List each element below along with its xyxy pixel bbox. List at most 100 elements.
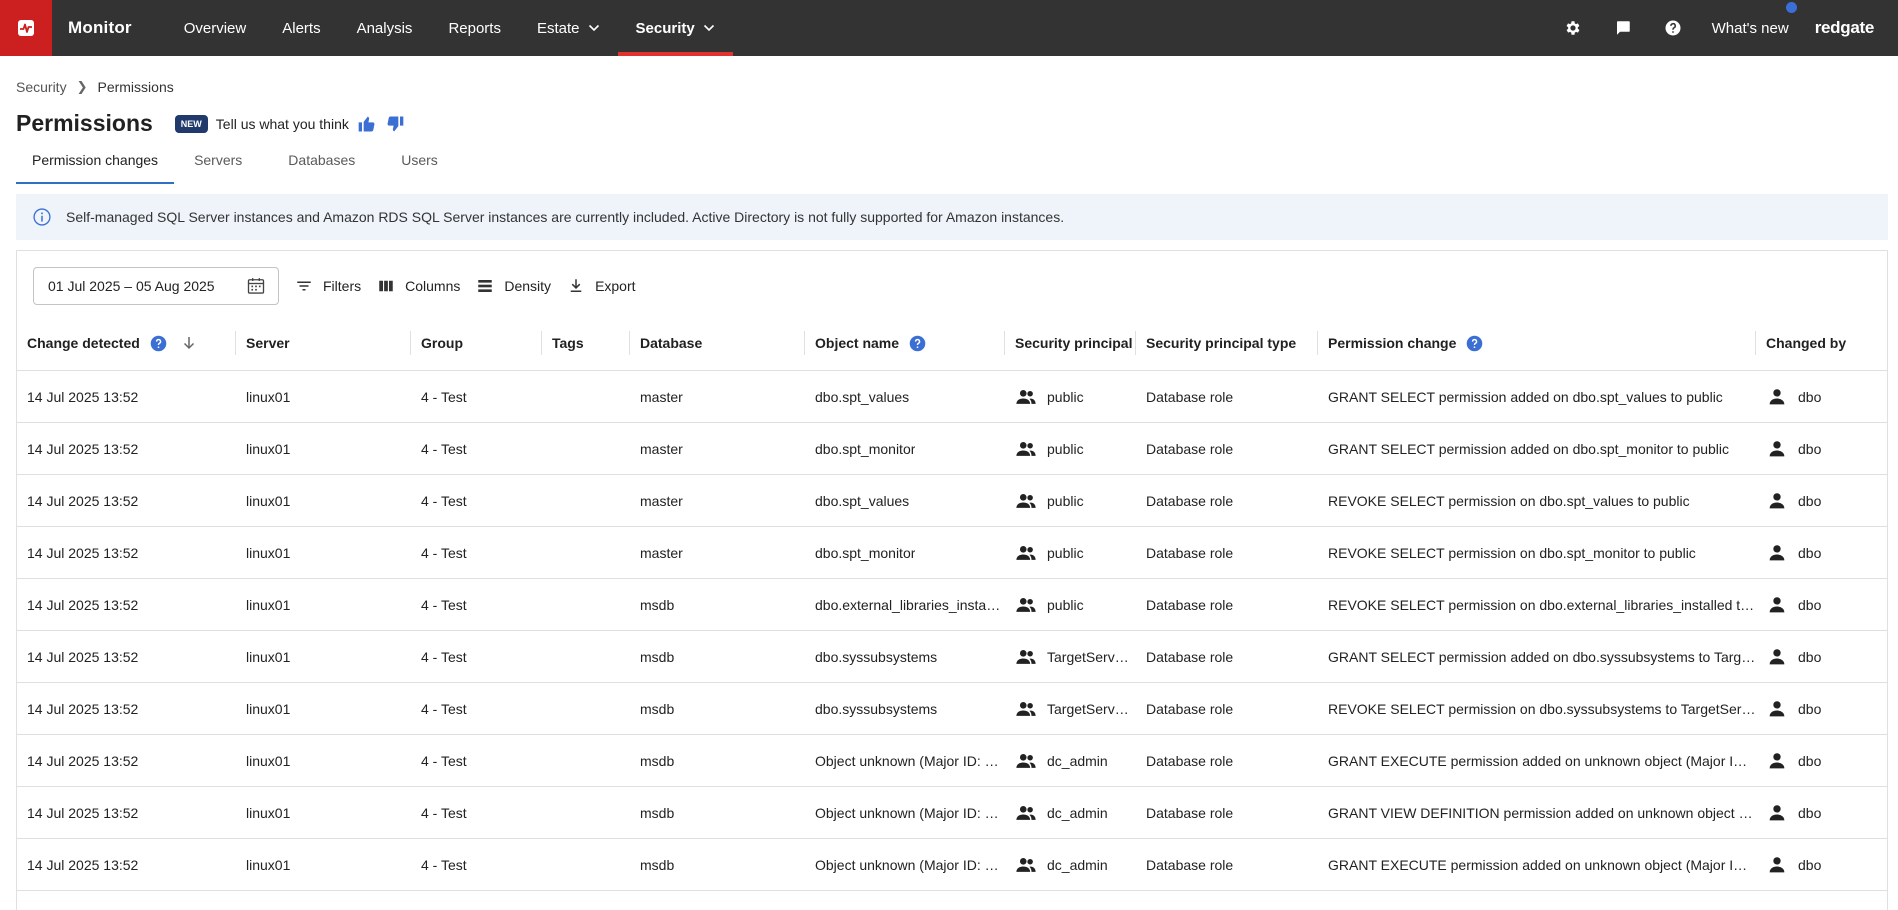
nav-estate[interactable]: Estate: [519, 0, 618, 56]
cell-object-name: dbo.spt_values: [805, 475, 1005, 527]
column-header-permission-change[interactable]: Permission change: [1318, 315, 1756, 371]
table-row[interactable]: 14 Jul 2025 13:52 linux01 4 - Test msdb Obje…: [17, 839, 1887, 891]
cell-text: REVOKE SELECT permission on dbo.spt_valu…: [1328, 493, 1690, 509]
cell-changed-by: dbo: [1756, 735, 1887, 787]
help-button[interactable]: [1648, 0, 1698, 56]
column-header-changed-by[interactable]: Changed by: [1756, 315, 1887, 371]
thumbs-up-icon[interactable]: [357, 114, 377, 134]
cell-database: msdb: [630, 839, 805, 891]
cell-security-principal: dc_admin: [1005, 787, 1136, 839]
column-header-label: Object name: [815, 335, 900, 351]
cell-server: linux01: [236, 371, 411, 423]
cell-security-principal-type: Database role: [1136, 579, 1318, 631]
table-row[interactable]: 14 Jul 2025 13:52 linux01 4 - Test msdb dbo.…: [17, 683, 1887, 735]
person-icon: [1769, 701, 1785, 717]
cell-group: 4 - Test: [411, 839, 542, 891]
settings-button[interactable]: [1548, 0, 1598, 56]
group-icon: [1016, 806, 1036, 820]
cell-group: 4 - Test: [411, 527, 542, 579]
nav-reports[interactable]: Reports: [430, 0, 519, 56]
tab-databases[interactable]: Databases: [272, 146, 371, 184]
group-icon: [1016, 754, 1036, 768]
cell-text: public: [1047, 441, 1084, 457]
column-header-database[interactable]: Database: [630, 315, 805, 371]
column-header-tags[interactable]: Tags: [542, 315, 630, 371]
table-row[interactable]: 14 Jul 2025 13:52 linux01 4 - Test master db…: [17, 423, 1887, 475]
column-header-security-principal-type[interactable]: Security principal type: [1136, 315, 1318, 371]
cell-tags: [542, 423, 630, 475]
cell-text: 14 Jul 2025 13:52: [27, 441, 139, 457]
nav-security[interactable]: Security: [617, 0, 733, 56]
filters-button[interactable]: Filters: [295, 267, 361, 305]
cell-permission-change: REVOKE SELECT permission on dbo.syssubsy…: [1318, 683, 1756, 735]
redgate-logo[interactable]: redgate: [1815, 18, 1875, 38]
table-row[interactable]: 14 Jul 2025 13:52 linux01 4 - Test msdb Obje…: [17, 787, 1887, 839]
cell-text: public: [1047, 389, 1084, 405]
column-header-object-name[interactable]: Object name: [805, 315, 1005, 371]
nav-estate-label: Estate: [536, 19, 580, 37]
cell-security-principal-type: Database role: [1136, 527, 1318, 579]
column-header-server[interactable]: Server: [236, 315, 411, 371]
cell-tags: [542, 371, 630, 423]
cell-text: msdb: [640, 649, 675, 665]
column-header-security-principal[interactable]: Security principal: [1005, 315, 1136, 371]
tab-permission-changes[interactable]: Permission changes: [16, 146, 175, 184]
cell-server: linux01: [236, 579, 411, 631]
nav-overview[interactable]: Overview: [166, 0, 265, 56]
cell-text: 4 - Test: [421, 493, 467, 509]
brand-name[interactable]: Monitor: [68, 18, 132, 38]
cell-tags: [542, 579, 630, 631]
tab-users[interactable]: Users: [385, 146, 454, 184]
help-icon[interactable]: [150, 335, 167, 352]
table-row[interactable]: 14 Jul 2025 13:52 linux01 4 - Test msdb dbo.…: [17, 631, 1887, 683]
cell-text: Database role: [1146, 597, 1234, 613]
cell-text: dbo: [1798, 545, 1822, 561]
column-header-change-detected[interactable]: Change detected: [17, 315, 236, 371]
calendar-icon[interactable]: [246, 276, 266, 296]
columns-button[interactable]: Columns: [377, 267, 460, 305]
cell-server: linux01: [236, 787, 411, 839]
nav-alerts[interactable]: Alerts: [264, 0, 338, 56]
cell-text: dc_admin: [1047, 857, 1108, 873]
breadcrumb-security-link[interactable]: Security: [16, 79, 67, 95]
cell-group: 4 - Test: [411, 631, 542, 683]
table-row[interactable]: 14 Jul 2025 13:52 linux01 4 - Test master db…: [17, 527, 1887, 579]
cell-text: 14 Jul 2025 13:52: [27, 545, 139, 561]
cell-database: msdb: [630, 631, 805, 683]
cell-text: 4 - Test: [421, 545, 467, 561]
cell-text: Object unknown (Major ID: …: [815, 857, 999, 873]
whats-new-link[interactable]: What's new: [1698, 1, 1801, 37]
export-button[interactable]: Export: [567, 267, 636, 305]
cell-security-principal: public: [1005, 423, 1136, 475]
cell-text: linux01: [246, 649, 291, 665]
cell-security-principal: dc_admin: [1005, 839, 1136, 891]
help-icon[interactable]: [1466, 335, 1483, 352]
nav-analysis[interactable]: Analysis: [339, 0, 431, 56]
cell-text: 14 Jul 2025 13:52: [27, 857, 139, 873]
table-row[interactable]: 14 Jul 2025 13:52 linux01 4 - Test master db…: [17, 475, 1887, 527]
tab-servers[interactable]: Servers: [178, 146, 258, 184]
table-row[interactable]: 14 Jul 2025 13:52 linux01 4 - Test msdb dbo.…: [17, 579, 1887, 631]
table-header-row: Change detected Server Group Tags Databa…: [17, 315, 1887, 371]
monitor-logo-icon[interactable]: [0, 0, 52, 56]
cell-text: linux01: [246, 545, 291, 561]
cell-tags: [542, 527, 630, 579]
feedback-button[interactable]: [1598, 0, 1648, 56]
table-row[interactable]: 14 Jul 2025 13:52 linux01 4 - Test master db…: [17, 371, 1887, 423]
cell-text: msdb: [640, 701, 675, 717]
cell-text: msdb: [640, 805, 675, 821]
table-row[interactable]: 14 Jul 2025 13:52 linux01 4 - Test msdb Obje…: [17, 735, 1887, 787]
column-header-group[interactable]: Group: [411, 315, 542, 371]
cell-text: 4 - Test: [421, 389, 467, 405]
date-range-picker[interactable]: 01 Jul 2025 – 05 Aug 2025: [33, 267, 279, 305]
cell-text: dbo: [1798, 753, 1822, 769]
arrow-down-icon[interactable]: [181, 335, 197, 351]
date-range-value: 01 Jul 2025 – 05 Aug 2025: [48, 278, 215, 294]
cell-text: dc_admin: [1047, 805, 1108, 821]
help-icon[interactable]: [909, 335, 926, 352]
density-button[interactable]: Density: [476, 267, 551, 305]
thumbs-down-icon[interactable]: [385, 114, 405, 134]
cell-text: linux01: [246, 389, 291, 405]
cell-text: 4 - Test: [421, 857, 467, 873]
cell-text: dbo.spt_monitor: [815, 441, 916, 457]
